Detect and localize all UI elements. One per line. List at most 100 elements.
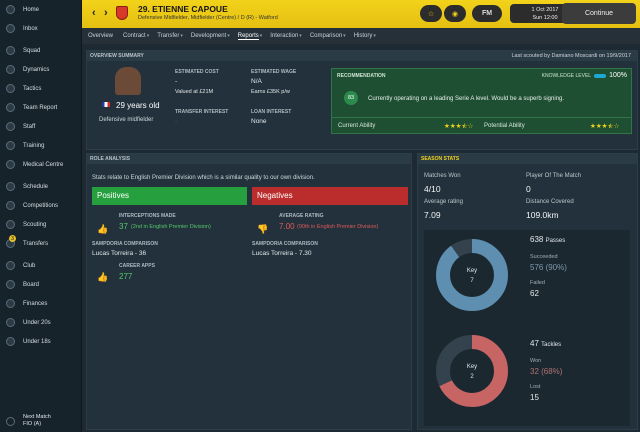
chevron-down-icon: ▾	[180, 33, 183, 39]
sampdoria-comparison-label: SAMPDORIA COMPARISON	[252, 241, 318, 247]
potential-ability-stars: ★★★⯪☆	[590, 123, 620, 130]
sidebar-item-medical-centre[interactable]: Medical Centre	[0, 155, 81, 174]
season-stats-panel: SEASON STATS Matches Won 4/10 Player Of …	[417, 153, 638, 430]
distance-label: Distance Covered	[526, 199, 574, 205]
sidebar-item-dynamics[interactable]: Dynamics	[0, 60, 81, 79]
sidebar-item-label: Staff	[23, 123, 36, 130]
next-match-icon	[6, 416, 15, 426]
estimated-cost-label: ESTIMATED COST	[175, 69, 219, 75]
thumbs-down-icon: 👎	[257, 224, 269, 234]
tab-history[interactable]: History	[354, 33, 373, 39]
sidebar-item-label: Medical Centre	[23, 161, 64, 168]
sidebar-item-schedule[interactable]: Schedule	[0, 177, 81, 196]
tackles-lost-value: 15	[530, 393, 539, 402]
sidebar-item-label: Home	[23, 6, 40, 13]
sidebar-item-transfers[interactable]: Transfers 3	[0, 234, 81, 253]
tab-contract[interactable]: Contract	[123, 33, 146, 39]
dynamics-icon	[6, 65, 15, 74]
next-match-button[interactable]: Next Match FIO (A)	[0, 410, 82, 432]
club-crest-icon[interactable]	[116, 6, 128, 20]
average-rating-label: AVERAGE RATING	[279, 213, 324, 219]
training-icon	[6, 141, 15, 150]
passes-donut	[436, 239, 508, 311]
sidebar-item-label: Club	[23, 262, 36, 269]
tab-comparison[interactable]: Comparison	[310, 33, 342, 39]
board-icon	[6, 280, 15, 289]
interceptions-note: (2nd in English Premier Division)	[131, 224, 211, 230]
forward-arrow-icon[interactable]: ›	[104, 7, 108, 19]
tab-reports[interactable]: Reports	[237, 33, 259, 40]
player-positions: Defensive Midfielder, Midfielder (Centre…	[138, 15, 278, 21]
medical-icon	[6, 160, 15, 169]
back-arrow-icon[interactable]: ‹	[92, 7, 96, 19]
current-ability-stars: ★★★⯪☆	[444, 123, 474, 130]
tab-interaction[interactable]: Interaction	[270, 33, 298, 39]
sidebar-item-squad[interactable]: Squad	[0, 41, 81, 60]
tackles-total-value: 47	[530, 339, 539, 348]
potm-value: 0	[526, 184, 531, 194]
world-menu-button[interactable]: ◉	[444, 5, 466, 22]
sidebar-item-under-20s[interactable]: Under 20s	[0, 313, 81, 332]
club-icon	[6, 261, 15, 270]
sidebar-item-label: Under 20s	[23, 319, 51, 326]
role-description: Stats relate to English Premier Division…	[92, 175, 315, 181]
tab-development[interactable]: Development	[191, 33, 226, 39]
passes-total: 638 Passes	[530, 235, 565, 244]
sidebar-item-team-report[interactable]: Team Report	[0, 98, 81, 117]
donut-charts: Key 7 Key 2	[436, 239, 508, 407]
sidebar-item-tactics[interactable]: Tactics	[0, 79, 81, 98]
tab-transfer[interactable]: Transfer	[157, 33, 179, 39]
fm-menu-button[interactable]: FM	[472, 5, 502, 22]
sidebar-item-label: Scouting	[23, 221, 47, 228]
avg-rating-label: Average rating	[424, 199, 463, 205]
next-match-value: FIO (A)	[23, 421, 42, 427]
sidebar-item-club[interactable]: Club	[0, 256, 81, 275]
scouted-by-text: Last scouted by Damiano Moscardi on 19/9…	[511, 53, 631, 59]
player-portrait	[115, 67, 141, 95]
sidebar-item-board[interactable]: Board	[0, 275, 81, 294]
sidebar-item-finances[interactable]: Finances	[0, 294, 81, 313]
sidebar-item-label: Training	[23, 142, 45, 149]
average-rating-value: 7.00	[279, 222, 295, 231]
career-apps-value: 277	[119, 272, 133, 281]
recommendation-box: RECOMMENDATION KNOWLEDGE LEVEL 100% 83 C…	[331, 68, 632, 134]
passes-failed-value: 62	[530, 289, 539, 298]
globe-icon: ◉	[451, 10, 459, 18]
sidebar-item-home[interactable]: Home	[0, 0, 81, 19]
sidebar-item-under-18s[interactable]: Under 18s	[0, 332, 81, 351]
sidebar-item-competitions[interactable]: Competitions	[0, 196, 81, 215]
knowledge-label: KNOWLEDGE LEVEL	[541, 72, 592, 79]
transfer-interest-label: TRANSFER INTEREST	[175, 109, 229, 115]
sidebar-item-inbox[interactable]: Inbox	[0, 19, 81, 38]
star-icon: ☆	[427, 10, 435, 18]
sidebar-item-training[interactable]: Training	[0, 136, 81, 155]
tab-overview[interactable]: Overview	[88, 33, 113, 39]
recommendation-text: Currently operating on a leading Serie A…	[368, 96, 565, 102]
passes-succeeded-label: Succeeded	[530, 254, 558, 260]
panel-title[interactable]: SEASON STATS	[418, 154, 637, 164]
calendar-icon	[6, 182, 15, 191]
chevron-down-icon: ▾	[227, 33, 230, 39]
thumbs-up-icon: 👍	[97, 272, 109, 282]
passes-succeeded-value: 576 (90%)	[530, 263, 567, 272]
potential-ability-label: Potential Ability	[484, 123, 525, 129]
negatives-header: Negatives	[252, 187, 408, 205]
sidebar-item-scouting[interactable]: Scouting	[0, 215, 81, 234]
transfers-badge: 3	[9, 235, 16, 242]
sidebar-item-staff[interactable]: Staff	[0, 117, 81, 136]
passes-key-value: 7	[470, 278, 474, 284]
loan-interest-label: LOAN INTEREST	[251, 109, 292, 115]
sidebar-item-label: Transfers	[23, 240, 49, 247]
continue-button[interactable]: Continue	[562, 3, 636, 24]
chevron-down-icon: ▾	[146, 33, 150, 39]
matches-won-label: Matches Won	[424, 173, 461, 179]
player-name: 29. ETIENNE CAPOUE	[138, 4, 228, 14]
tackles-key-value: 2	[470, 374, 474, 380]
interceptions-label: INTERCEPTIONS MADE	[119, 213, 176, 219]
knowledge-bar	[594, 73, 607, 78]
panel-title: ROLE ANALYSIS	[87, 154, 411, 164]
sidebar-item-label: Competitions	[23, 202, 59, 209]
next-match-label: Next Match	[23, 414, 51, 421]
u18-icon	[6, 337, 15, 346]
favourite-star-button[interactable]: ☆	[420, 5, 442, 22]
